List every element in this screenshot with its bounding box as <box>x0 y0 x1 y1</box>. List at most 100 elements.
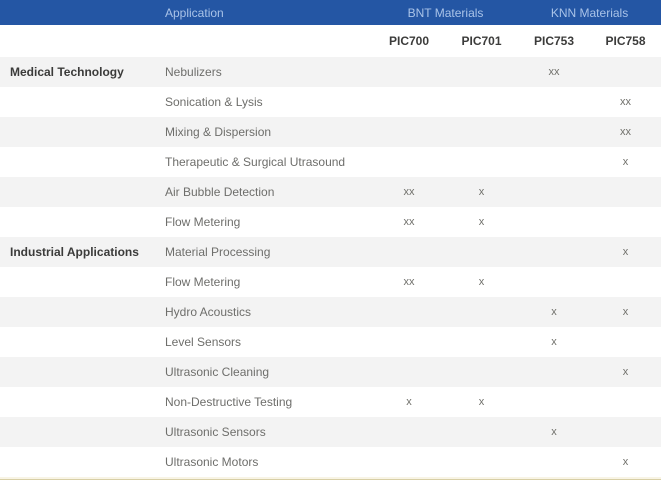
empty-header-cell <box>0 0 165 25</box>
category-cell <box>0 387 165 417</box>
application-cell: Ultrasonic Motors <box>165 447 373 477</box>
mark-cell-pic753 <box>518 117 590 147</box>
mark-cell-pic701 <box>445 297 518 327</box>
category-cell <box>0 447 165 477</box>
column-header-pic700: PIC700 <box>373 25 445 57</box>
mark-cell-pic701 <box>445 87 518 117</box>
application-cell: Non-Destructive Testing <box>165 387 373 417</box>
mark-cell-pic758: xx <box>590 117 661 147</box>
empty-header-cell <box>165 25 373 57</box>
column-header-pic753: PIC753 <box>518 25 590 57</box>
category-cell <box>0 177 165 207</box>
mark-cell-pic758 <box>590 417 661 447</box>
table-subheader-row: PIC700 PIC701 PIC753 PIC758 <box>0 25 661 57</box>
mark-cell-pic701: x <box>445 207 518 237</box>
mark-cell-pic758: x <box>590 237 661 267</box>
category-cell <box>0 87 165 117</box>
application-cell: Air Bubble Detection <box>165 177 373 207</box>
application-cell: Flow Metering <box>165 267 373 297</box>
mark-cell-pic758: x <box>590 447 661 477</box>
table-row: Ultrasonic Sensors x <box>0 417 661 447</box>
category-cell <box>0 327 165 357</box>
application-column-header: Application <box>165 0 373 25</box>
table-row: Ultrasonic Cleaning x <box>0 357 661 387</box>
mark-cell-pic753: x <box>518 327 590 357</box>
materials-application-page: Application BNT Materials KNN Materials … <box>0 0 661 480</box>
application-cell: Ultrasonic Sensors <box>165 417 373 447</box>
mark-cell-pic753 <box>518 87 590 117</box>
mark-cell-pic758 <box>590 177 661 207</box>
mark-cell-pic753 <box>518 147 590 177</box>
mark-cell-pic701 <box>445 57 518 87</box>
mark-cell-pic700 <box>373 357 445 387</box>
mark-cell-pic701 <box>445 147 518 177</box>
mark-cell-pic700 <box>373 87 445 117</box>
application-cell: Nebulizers <box>165 57 373 87</box>
mark-cell-pic758: x <box>590 357 661 387</box>
table-row: Non-Destructive Testing x x <box>0 387 661 417</box>
application-cell: Sonication & Lysis <box>165 87 373 117</box>
mark-cell-pic701 <box>445 237 518 267</box>
table-row: Ultrasonic Motors x <box>0 447 661 477</box>
mark-cell-pic700: xx <box>373 267 445 297</box>
mark-cell-pic701 <box>445 327 518 357</box>
knn-materials-group-header: KNN Materials <box>518 0 661 25</box>
mark-cell-pic753: x <box>518 297 590 327</box>
column-header-pic701: PIC701 <box>445 25 518 57</box>
application-cell: Material Processing <box>165 237 373 267</box>
mark-cell-pic700 <box>373 57 445 87</box>
application-cell: Ultrasonic Cleaning <box>165 357 373 387</box>
application-cell: Flow Metering <box>165 207 373 237</box>
mark-cell-pic701 <box>445 447 518 477</box>
mark-cell-pic758 <box>590 387 661 417</box>
table-row: Medical Technology Nebulizers xx <box>0 57 661 87</box>
mark-cell-pic700 <box>373 117 445 147</box>
mark-cell-pic753 <box>518 357 590 387</box>
table-row: Air Bubble Detection xx x <box>0 177 661 207</box>
mark-cell-pic758 <box>590 267 661 297</box>
table-row: Level Sensors x <box>0 327 661 357</box>
table-row: Mixing & Dispersion xx <box>0 117 661 147</box>
mark-cell-pic753 <box>518 207 590 237</box>
mark-cell-pic701 <box>445 117 518 147</box>
category-cell: Medical Technology <box>0 57 165 87</box>
mark-cell-pic753 <box>518 447 590 477</box>
category-cell <box>0 147 165 177</box>
mark-cell-pic753 <box>518 387 590 417</box>
category-cell <box>0 207 165 237</box>
table-row: Therapeutic & Surgical Utrasound x <box>0 147 661 177</box>
mark-cell-pic758 <box>590 327 661 357</box>
application-cell: Hydro Acoustics <box>165 297 373 327</box>
mark-cell-pic700 <box>373 237 445 267</box>
application-materials-table: Application BNT Materials KNN Materials … <box>0 0 661 477</box>
category-cell <box>0 357 165 387</box>
mark-cell-pic753 <box>518 177 590 207</box>
table-row: Industrial Applications Material Process… <box>0 237 661 267</box>
mark-cell-pic758: xx <box>590 87 661 117</box>
mark-cell-pic700: xx <box>373 207 445 237</box>
category-cell: Industrial Applications <box>0 237 165 267</box>
mark-cell-pic701 <box>445 417 518 447</box>
mark-cell-pic700 <box>373 417 445 447</box>
empty-header-cell <box>0 25 165 57</box>
mark-cell-pic700 <box>373 327 445 357</box>
category-cell <box>0 417 165 447</box>
mark-cell-pic700 <box>373 147 445 177</box>
mark-cell-pic700 <box>373 297 445 327</box>
mark-cell-pic701: x <box>445 267 518 297</box>
mark-cell-pic701: x <box>445 177 518 207</box>
mark-cell-pic700: x <box>373 387 445 417</box>
category-cell <box>0 267 165 297</box>
table-row: Hydro Acoustics x x <box>0 297 661 327</box>
application-cell: Mixing & Dispersion <box>165 117 373 147</box>
mark-cell-pic753: x <box>518 417 590 447</box>
mark-cell-pic758: x <box>590 147 661 177</box>
application-cell: Level Sensors <box>165 327 373 357</box>
table-header-row: Application BNT Materials KNN Materials <box>0 0 661 25</box>
mark-cell-pic700: xx <box>373 177 445 207</box>
category-cell <box>0 117 165 147</box>
table-row: Flow Metering xx x <box>0 267 661 297</box>
mark-cell-pic700 <box>373 447 445 477</box>
application-cell: Therapeutic & Surgical Utrasound <box>165 147 373 177</box>
mark-cell-pic758: x <box>590 297 661 327</box>
